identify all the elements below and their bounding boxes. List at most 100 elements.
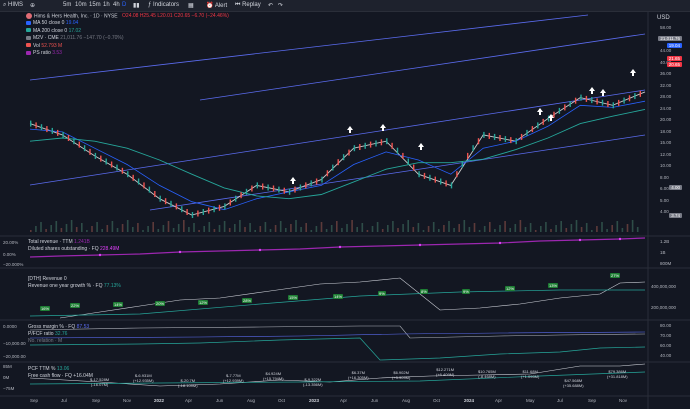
volume-bar bbox=[555, 225, 557, 232]
growth-value-label: 27% bbox=[610, 273, 621, 278]
volume-bar bbox=[325, 229, 328, 232]
volume-bar bbox=[162, 225, 165, 232]
volume-bar bbox=[218, 225, 221, 232]
volume-bar bbox=[213, 229, 216, 232]
growth-value-label: 9% bbox=[378, 291, 386, 296]
up-arrow-icon bbox=[537, 108, 543, 115]
interval-15m[interactable]: 15m bbox=[89, 2, 101, 8]
time-axis-tick: Sep bbox=[92, 398, 101, 403]
price-candle bbox=[618, 99, 620, 106]
price-candle bbox=[256, 182, 258, 189]
volume-bar bbox=[223, 221, 226, 232]
redo-button[interactable]: ↷ bbox=[278, 2, 283, 9]
currency-label[interactable]: USD bbox=[657, 15, 670, 21]
price-candle bbox=[35, 122, 37, 129]
fcf-lines bbox=[29, 363, 646, 387]
chart-canvas[interactable] bbox=[0, 0, 690, 409]
time-axis-tick: Apr bbox=[340, 398, 348, 403]
volume-bar bbox=[244, 227, 246, 232]
legend-item[interactable]: M2V · CME 21,011.76 −147.70 (−0.70%) bbox=[26, 35, 236, 42]
price-candle bbox=[170, 200, 172, 207]
volume-bar bbox=[295, 220, 297, 232]
price-candle bbox=[364, 142, 366, 149]
legend-item[interactable]: MA 200 close 0 17.02 bbox=[26, 28, 236, 35]
volume-bar bbox=[575, 220, 578, 232]
price-axis-tick: 15.00 bbox=[660, 140, 672, 145]
volume-bar bbox=[254, 230, 256, 232]
up-arrow-icon bbox=[630, 69, 636, 76]
chart-type-button[interactable]: ▮▮ bbox=[133, 2, 140, 9]
shares-pane-label: Diluted shares outstanding · FQ 228.49M bbox=[28, 246, 120, 252]
replay-button[interactable]: ⏮ Replay bbox=[235, 2, 261, 9]
undo-button[interactable]: ↶ bbox=[268, 2, 273, 9]
price-candle bbox=[283, 187, 285, 194]
candles-icon: ▮▮ bbox=[133, 3, 140, 9]
indicator-color-icon bbox=[26, 21, 31, 26]
price-candle bbox=[596, 98, 598, 105]
fcf-value-label: $12.271M (+6.409M) bbox=[436, 367, 455, 377]
volume-bar bbox=[392, 221, 394, 232]
price-axis-tick: 12.00 bbox=[660, 151, 672, 157]
chart-legend: Hims & Hers Health, Inc. · 1D · NYSE O24… bbox=[26, 13, 236, 57]
price-candle bbox=[262, 183, 264, 190]
ps-ratio-badge: 4.00 bbox=[669, 185, 682, 190]
price-candle bbox=[456, 171, 458, 178]
close-price-badge: 20.65 bbox=[666, 62, 682, 67]
growth-pane-label: [DTH] Revenue 0 bbox=[28, 276, 67, 282]
price-candle bbox=[164, 198, 167, 205]
price-axis-tick: 18.00 bbox=[660, 128, 672, 134]
alert-button[interactable]: ⏰ Alert bbox=[206, 2, 227, 9]
volume-bar bbox=[361, 223, 364, 232]
legend-item[interactable]: PS ratio 3.53 bbox=[26, 50, 236, 57]
margin-right-tick: 40.00 bbox=[660, 353, 672, 358]
volume-bar bbox=[269, 229, 272, 232]
price-candle bbox=[267, 184, 269, 191]
fcf-value-label: $-17.528M (-16.07M) bbox=[90, 377, 110, 387]
volume-bar bbox=[300, 227, 302, 232]
price-candle bbox=[537, 122, 539, 129]
price-candle bbox=[380, 139, 383, 146]
price-candle bbox=[272, 185, 275, 192]
pfcf-pane-label: P/FCF ratio 32.76 bbox=[28, 331, 68, 337]
interval-5m[interactable]: 5m bbox=[63, 2, 71, 8]
volume-bar bbox=[60, 228, 63, 232]
price-candle bbox=[520, 133, 523, 140]
volume-bar bbox=[259, 226, 262, 232]
revenue-right-tick: 800M bbox=[660, 261, 672, 266]
volume-bar bbox=[86, 230, 88, 232]
price-axis-tick: 58.00 bbox=[660, 25, 672, 30]
volume-bar bbox=[116, 228, 119, 232]
margin-lines bbox=[29, 325, 646, 361]
volume-bar bbox=[636, 227, 639, 232]
price-candle bbox=[531, 126, 534, 133]
fcf-value-label: $6.902M (+3.909M) bbox=[392, 370, 411, 380]
price-candle bbox=[601, 99, 604, 106]
price-candle bbox=[46, 126, 48, 133]
interval-day[interactable]: D bbox=[122, 2, 126, 8]
price-axis-tick: 10.00 bbox=[660, 163, 672, 168]
volume-bar bbox=[208, 222, 211, 232]
legend-item[interactable]: MA 50 close 0 19.04 bbox=[26, 20, 236, 27]
layout-button[interactable]: ▦ bbox=[188, 2, 194, 9]
time-axis-tick: Aug bbox=[247, 398, 256, 403]
symbol-search-button[interactable]: ⌕ HIMS bbox=[3, 2, 23, 9]
price-candle bbox=[639, 90, 641, 97]
indicators-button[interactable]: ƒ Indicators bbox=[148, 2, 179, 8]
add-symbol-button[interactable]: ⊕ bbox=[30, 2, 35, 9]
volume-bar bbox=[601, 222, 603, 232]
price-candle bbox=[402, 152, 404, 159]
volume-bar bbox=[315, 226, 318, 232]
price-candle bbox=[445, 180, 447, 187]
interval-10m[interactable]: 10m bbox=[75, 2, 87, 8]
growth-value-label: 15% bbox=[288, 295, 299, 300]
price-candle bbox=[213, 206, 215, 213]
price-candle bbox=[591, 97, 593, 104]
price-candle bbox=[423, 172, 426, 179]
legend-item[interactable]: Vol 52.793 M bbox=[26, 43, 236, 50]
interval-1h[interactable]: 1h bbox=[103, 2, 110, 8]
growth-value-label: 12% bbox=[198, 300, 209, 305]
volume-bar bbox=[606, 229, 608, 232]
series-line-0 bbox=[29, 91, 646, 216]
price-candle bbox=[105, 158, 107, 165]
interval-4h[interactable]: 4h bbox=[113, 2, 120, 8]
